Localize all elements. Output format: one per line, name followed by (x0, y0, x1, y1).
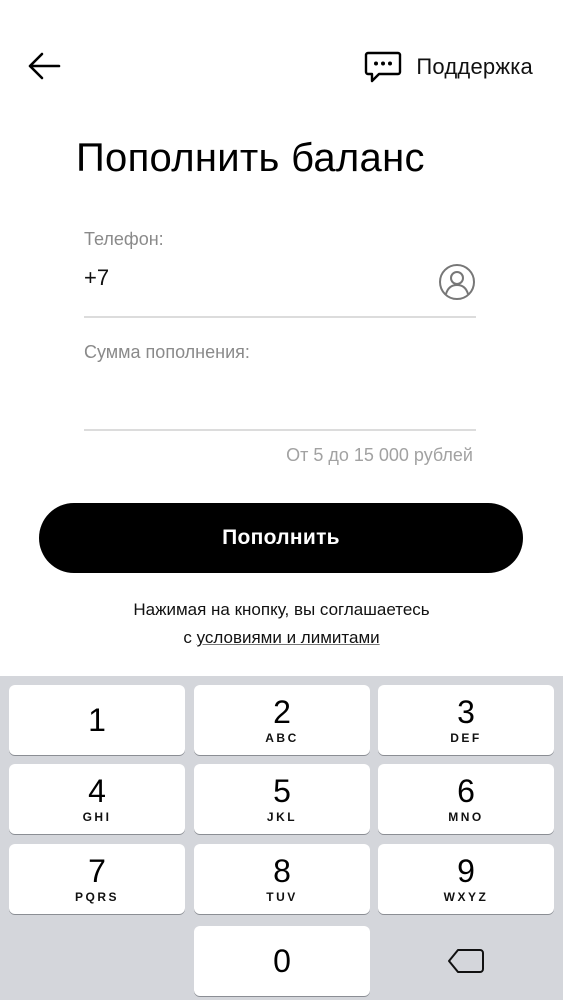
submit-button[interactable]: Пополнить (39, 503, 523, 573)
key-letters: ABC (265, 731, 299, 745)
phone-underline (84, 316, 476, 318)
backspace-key[interactable] (378, 926, 554, 996)
key-digit: 7 (88, 853, 106, 889)
chat-bubble-icon (365, 51, 402, 83)
page-title: Пополнить баланс (76, 136, 425, 180)
agreement-prefix: с (183, 628, 197, 647)
key-4[interactable]: 4 GHI (9, 764, 185, 834)
arrow-left-icon (28, 52, 61, 80)
support-label: Поддержка (416, 54, 533, 79)
key-digit: 1 (88, 702, 106, 738)
key-6[interactable]: 6 MNO (378, 764, 554, 834)
amount-underline (84, 429, 476, 431)
agreement-line1: Нажимая на кнопку, вы соглашаетесь (133, 600, 430, 619)
key-letters: TUV (266, 890, 298, 904)
contact-picker-button[interactable] (438, 263, 476, 301)
agreement-line2: с условиями и лимитами (0, 624, 563, 652)
agreement-text: Нажимая на кнопку, вы соглашаетесь с усл… (0, 596, 563, 652)
key-8[interactable]: 8 TUV (194, 844, 370, 914)
backspace-icon (448, 949, 484, 973)
key-letters: WXYZ (443, 890, 489, 904)
amount-hint: От 5 до 15 000 рублей (286, 445, 473, 465)
amount-input[interactable] (84, 380, 474, 420)
key-digit: 3 (457, 694, 475, 730)
terms-link[interactable]: условиями и лимитами (197, 628, 380, 647)
key-5[interactable]: 5 JKL (194, 764, 370, 834)
key-digit: 5 (273, 773, 291, 809)
key-9[interactable]: 9 WXYZ (378, 844, 554, 914)
key-2[interactable]: 2 ABC (194, 685, 370, 755)
amount-label: Сумма пополнения: (84, 342, 250, 362)
numeric-keyboard: 1 2 ABC 3 DEF 4 GHI 5 JKL 6 MNO 7 PQRS 8… (0, 676, 563, 1000)
key-letters: JKL (266, 810, 298, 824)
phone-label: Телефон: (84, 229, 164, 249)
top-bar: Поддержка (0, 0, 563, 120)
key-digit: 9 (457, 853, 475, 889)
key-digit: 6 (457, 773, 475, 809)
key-letters: DEF (450, 731, 482, 745)
key-digit: 2 (273, 694, 291, 730)
key-digit: 4 (88, 773, 106, 809)
contact-icon (439, 264, 475, 300)
support-button[interactable]: Поддержка (364, 48, 533, 86)
key-0[interactable]: 0 (194, 926, 370, 996)
key-7[interactable]: 7 PQRS (9, 844, 185, 914)
key-digit: 0 (273, 943, 291, 979)
key-letters: GHI (82, 810, 112, 824)
key-3[interactable]: 3 DEF (378, 685, 554, 755)
key-digit: 8 (273, 853, 291, 889)
back-button[interactable] (24, 48, 64, 84)
key-letters: MNO (448, 810, 484, 824)
key-letters: PQRS (74, 890, 119, 904)
key-1[interactable]: 1 (9, 685, 185, 755)
phone-input[interactable] (84, 265, 424, 291)
